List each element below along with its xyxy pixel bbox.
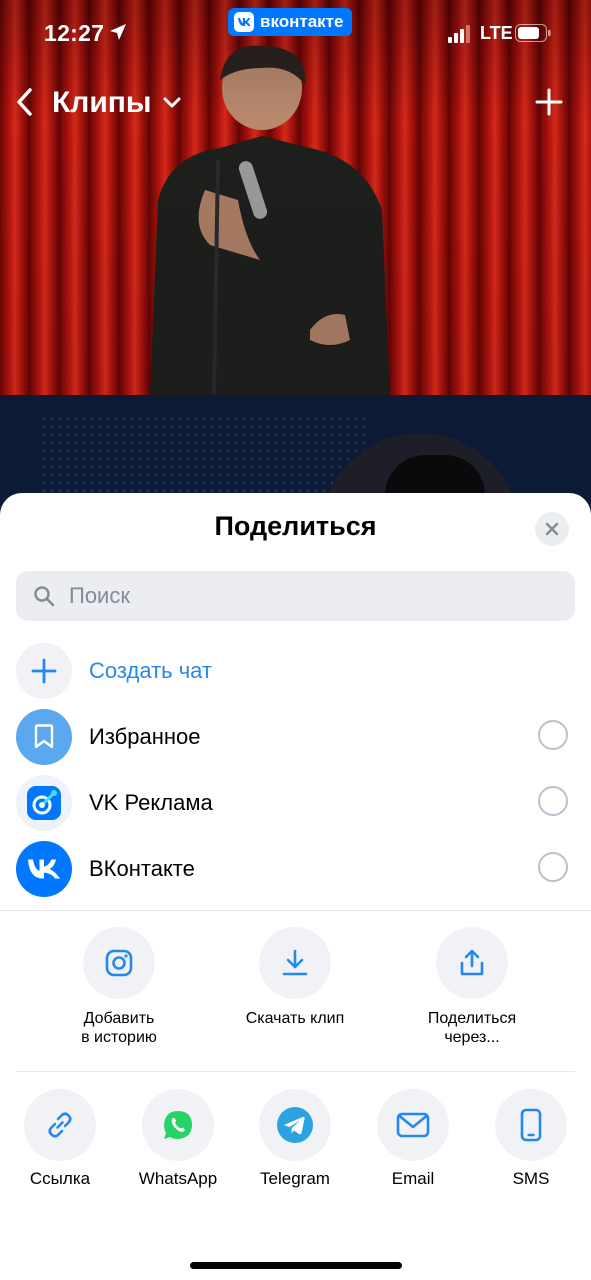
back-chevron-icon[interactable] (14, 86, 36, 118)
contact-name: VK Реклама (89, 790, 213, 815)
search-icon (34, 586, 55, 607)
action-label: Скачать клип (215, 1009, 375, 1028)
action-label-line: Скачать клип (245, 1010, 345, 1027)
action-label: Добавить в историю (39, 1009, 199, 1047)
add-to-story-icon-bg (83, 927, 155, 999)
download-icon (282, 949, 308, 976)
instagram-story-icon (105, 949, 133, 977)
cellular-signal-icon (448, 25, 470, 43)
copy-link-button[interactable]: Ссылка (5, 1089, 115, 1189)
clips-header: Клипы (0, 78, 591, 128)
share-via-icon-bg (436, 927, 508, 999)
vk-logo-icon (234, 12, 254, 32)
app-return-label: вконтакте (260, 12, 344, 31)
download-icon-bg (259, 927, 331, 999)
vk-logo-icon (28, 859, 60, 879)
section-divider (0, 910, 591, 911)
contact-item-vkontakte[interactable]: ВКонтакте (16, 841, 575, 899)
whatsapp-icon (164, 1111, 192, 1139)
envelope-icon (396, 1112, 430, 1138)
link-icon-bg (24, 1089, 96, 1161)
contact-item-vk-ads[interactable]: VK Реклама (16, 775, 575, 833)
whatsapp-icon-bg (142, 1089, 214, 1161)
share-target-label: WhatsApp (138, 1169, 218, 1188)
select-radio[interactable] (538, 786, 568, 816)
home-indicator[interactable] (190, 1262, 402, 1269)
whatsapp-button[interactable]: WhatsApp (123, 1089, 233, 1189)
phone-icon (520, 1108, 542, 1142)
page-title[interactable]: Клипы (52, 86, 152, 120)
contact-item-favorites[interactable]: Избранное (16, 709, 575, 767)
close-icon (545, 522, 559, 536)
add-to-story-button[interactable]: Добавить в историю (39, 927, 199, 1047)
close-button[interactable] (535, 512, 569, 546)
telegram-icon (277, 1107, 313, 1143)
create-chat-label: Создать чат (89, 658, 213, 683)
vk-ads-avatar (16, 775, 72, 831)
location-arrow-icon (110, 24, 126, 40)
action-label-line: через... (444, 1029, 500, 1046)
contact-name: Избранное (89, 724, 201, 749)
email-button[interactable]: Email (358, 1089, 468, 1189)
favorites-avatar (16, 709, 72, 765)
chevron-down-icon[interactable] (162, 96, 182, 110)
share-sheet: Поделиться Создать чат Избранное (0, 493, 591, 1280)
sheet-title: Поделиться (214, 511, 377, 541)
select-radio[interactable] (538, 852, 568, 882)
vk-ads-logo-icon (27, 786, 61, 820)
bookmark-icon (34, 724, 54, 749)
sms-icon-bg (495, 1089, 567, 1161)
status-time: 12:27 (44, 20, 105, 46)
plus-icon (31, 658, 57, 684)
search-field[interactable] (16, 571, 575, 621)
status-bar: 12:27 вконтакте LTE (0, 0, 591, 70)
action-label: Поделиться через... (392, 1009, 552, 1047)
contact-name: ВКонтакте (89, 856, 195, 881)
link-icon (48, 1112, 72, 1138)
email-icon-bg (377, 1089, 449, 1161)
telegram-button[interactable]: Telegram (240, 1089, 350, 1189)
share-upload-icon (460, 949, 484, 976)
battery-icon (515, 24, 551, 42)
select-radio[interactable] (538, 720, 568, 750)
sms-button[interactable]: SMS (476, 1089, 586, 1189)
share-target-label: Email (391, 1169, 435, 1188)
share-target-label: SMS (512, 1169, 550, 1188)
create-chat-item[interactable]: Создать чат (16, 643, 575, 701)
network-type: LTE (480, 23, 513, 43)
download-clip-button[interactable]: Скачать клип (215, 927, 375, 1028)
world-map-pattern (40, 415, 370, 505)
search-input[interactable] (67, 582, 551, 610)
section-divider (16, 1071, 575, 1072)
share-target-label: Telegram (260, 1169, 330, 1188)
app-return-badge[interactable]: вконтакте (228, 8, 353, 36)
create-chat-icon-bg (16, 643, 72, 699)
action-label-line: Добавить (83, 1010, 155, 1027)
share-via-button[interactable]: Поделиться через... (392, 927, 552, 1047)
add-clip-icon[interactable] (535, 88, 563, 116)
action-label-line: в историю (81, 1029, 157, 1046)
action-label-line: Поделиться (427, 1010, 517, 1027)
telegram-icon-bg (259, 1089, 331, 1161)
share-target-label: Ссылка (29, 1169, 91, 1188)
vkontakte-avatar (16, 841, 72, 897)
